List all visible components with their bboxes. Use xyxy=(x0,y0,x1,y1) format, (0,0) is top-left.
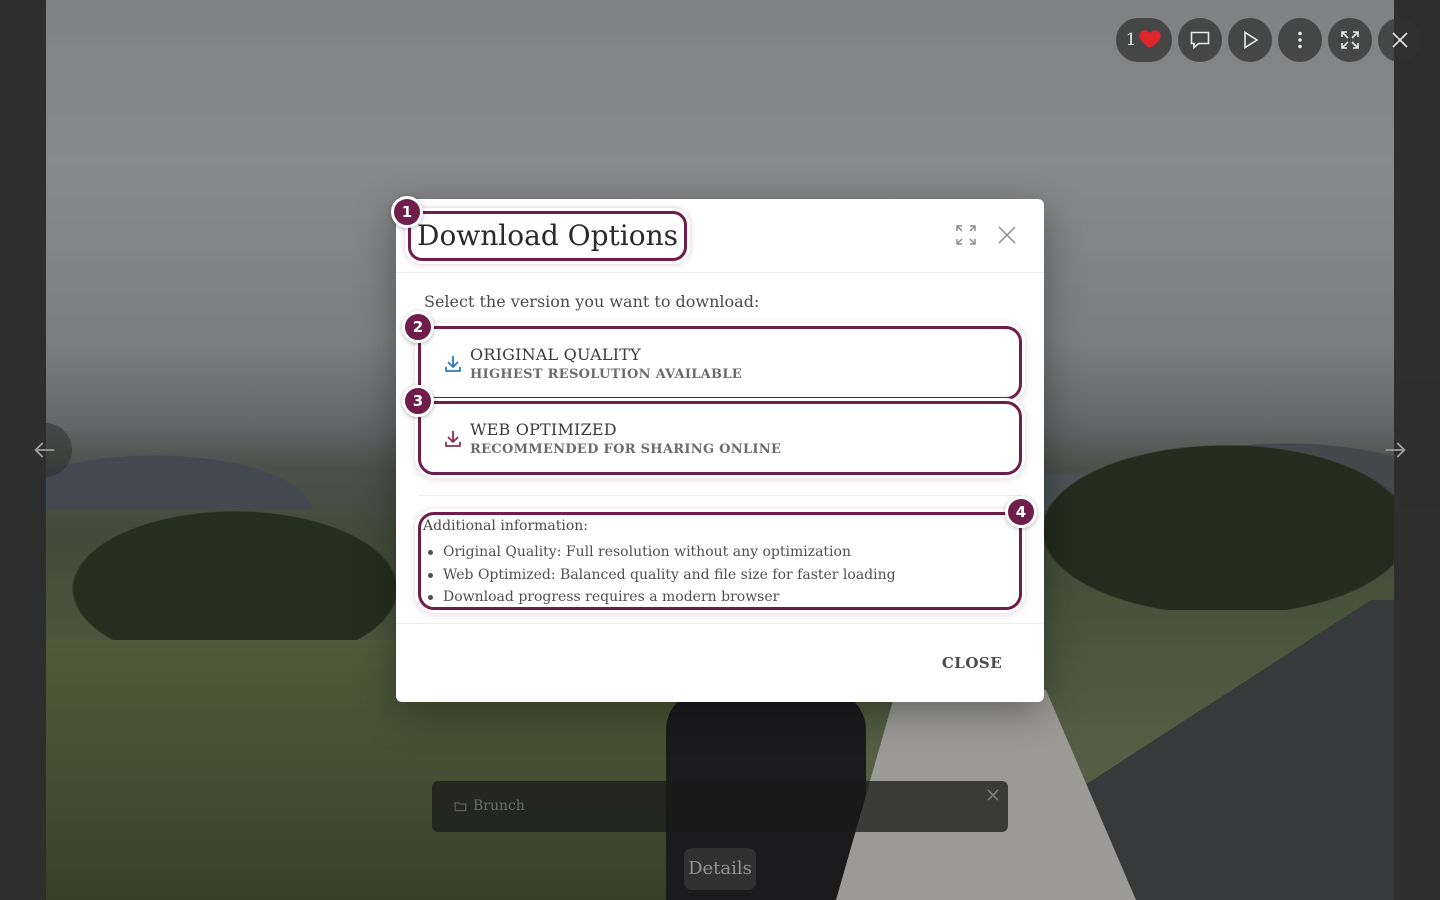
additional-info-box: Additional information: Original Quality… xyxy=(418,512,1022,610)
marker-4: 4 xyxy=(1005,496,1037,528)
play-icon xyxy=(1244,31,1259,49)
comment-icon xyxy=(1190,31,1210,50)
close-icon xyxy=(998,226,1016,244)
download-options-dialog: Download Options Select the version you … xyxy=(396,199,1044,702)
info-item: Original Quality: Full resolution withou… xyxy=(428,541,896,564)
dialog-subtitle: Select the version you want to download: xyxy=(424,292,760,311)
viewer-toolbar: 1 xyxy=(1116,18,1422,62)
divider xyxy=(418,495,1022,496)
option-subtitle: RECOMMENDED FOR SHARING ONLINE xyxy=(470,442,782,457)
expand-dialog-button[interactable] xyxy=(954,223,978,247)
like-button[interactable]: 1 xyxy=(1116,18,1172,62)
close-dialog-button[interactable] xyxy=(995,223,1019,247)
original-quality-option[interactable]: ORIGINAL QUALITY HIGHEST RESOLUTION AVAI… xyxy=(418,326,1022,400)
marker-2: 2 xyxy=(402,311,434,343)
option-subtitle: HIGHEST RESOLUTION AVAILABLE xyxy=(470,367,742,382)
download-icon xyxy=(443,354,463,374)
web-optimized-option[interactable]: WEB OPTIMIZED RECOMMENDED FOR SHARING ON… xyxy=(418,401,1022,475)
fullscreen-icon xyxy=(1341,31,1359,49)
slideshow-button[interactable] xyxy=(1228,18,1272,62)
info-item: Web Optimized: Balanced quality and file… xyxy=(428,564,896,587)
dialog-header: Download Options xyxy=(396,199,1044,273)
marker-1: 1 xyxy=(391,196,423,228)
fullscreen-button[interactable] xyxy=(1328,18,1372,62)
heart-icon xyxy=(1138,26,1162,55)
download-icon xyxy=(443,429,463,449)
like-count: 1 xyxy=(1125,30,1137,50)
expand-icon xyxy=(956,225,976,245)
info-list: Original Quality: Full resolution withou… xyxy=(428,541,896,609)
close-icon xyxy=(1392,32,1408,48)
marker-3: 3 xyxy=(402,385,434,417)
close-viewer-button[interactable] xyxy=(1378,18,1422,62)
option-title: ORIGINAL QUALITY xyxy=(470,345,641,364)
more-options-button[interactable] xyxy=(1278,18,1322,62)
divider xyxy=(396,623,1044,624)
option-title: WEB OPTIMIZED xyxy=(470,420,617,439)
info-item: Download progress requires a modern brow… xyxy=(428,586,896,609)
info-title: Additional information: xyxy=(423,518,589,534)
more-icon xyxy=(1298,31,1302,49)
comment-button[interactable] xyxy=(1178,18,1222,62)
close-button[interactable]: CLOSE xyxy=(928,646,1016,680)
dialog-title: Download Options xyxy=(408,211,687,261)
